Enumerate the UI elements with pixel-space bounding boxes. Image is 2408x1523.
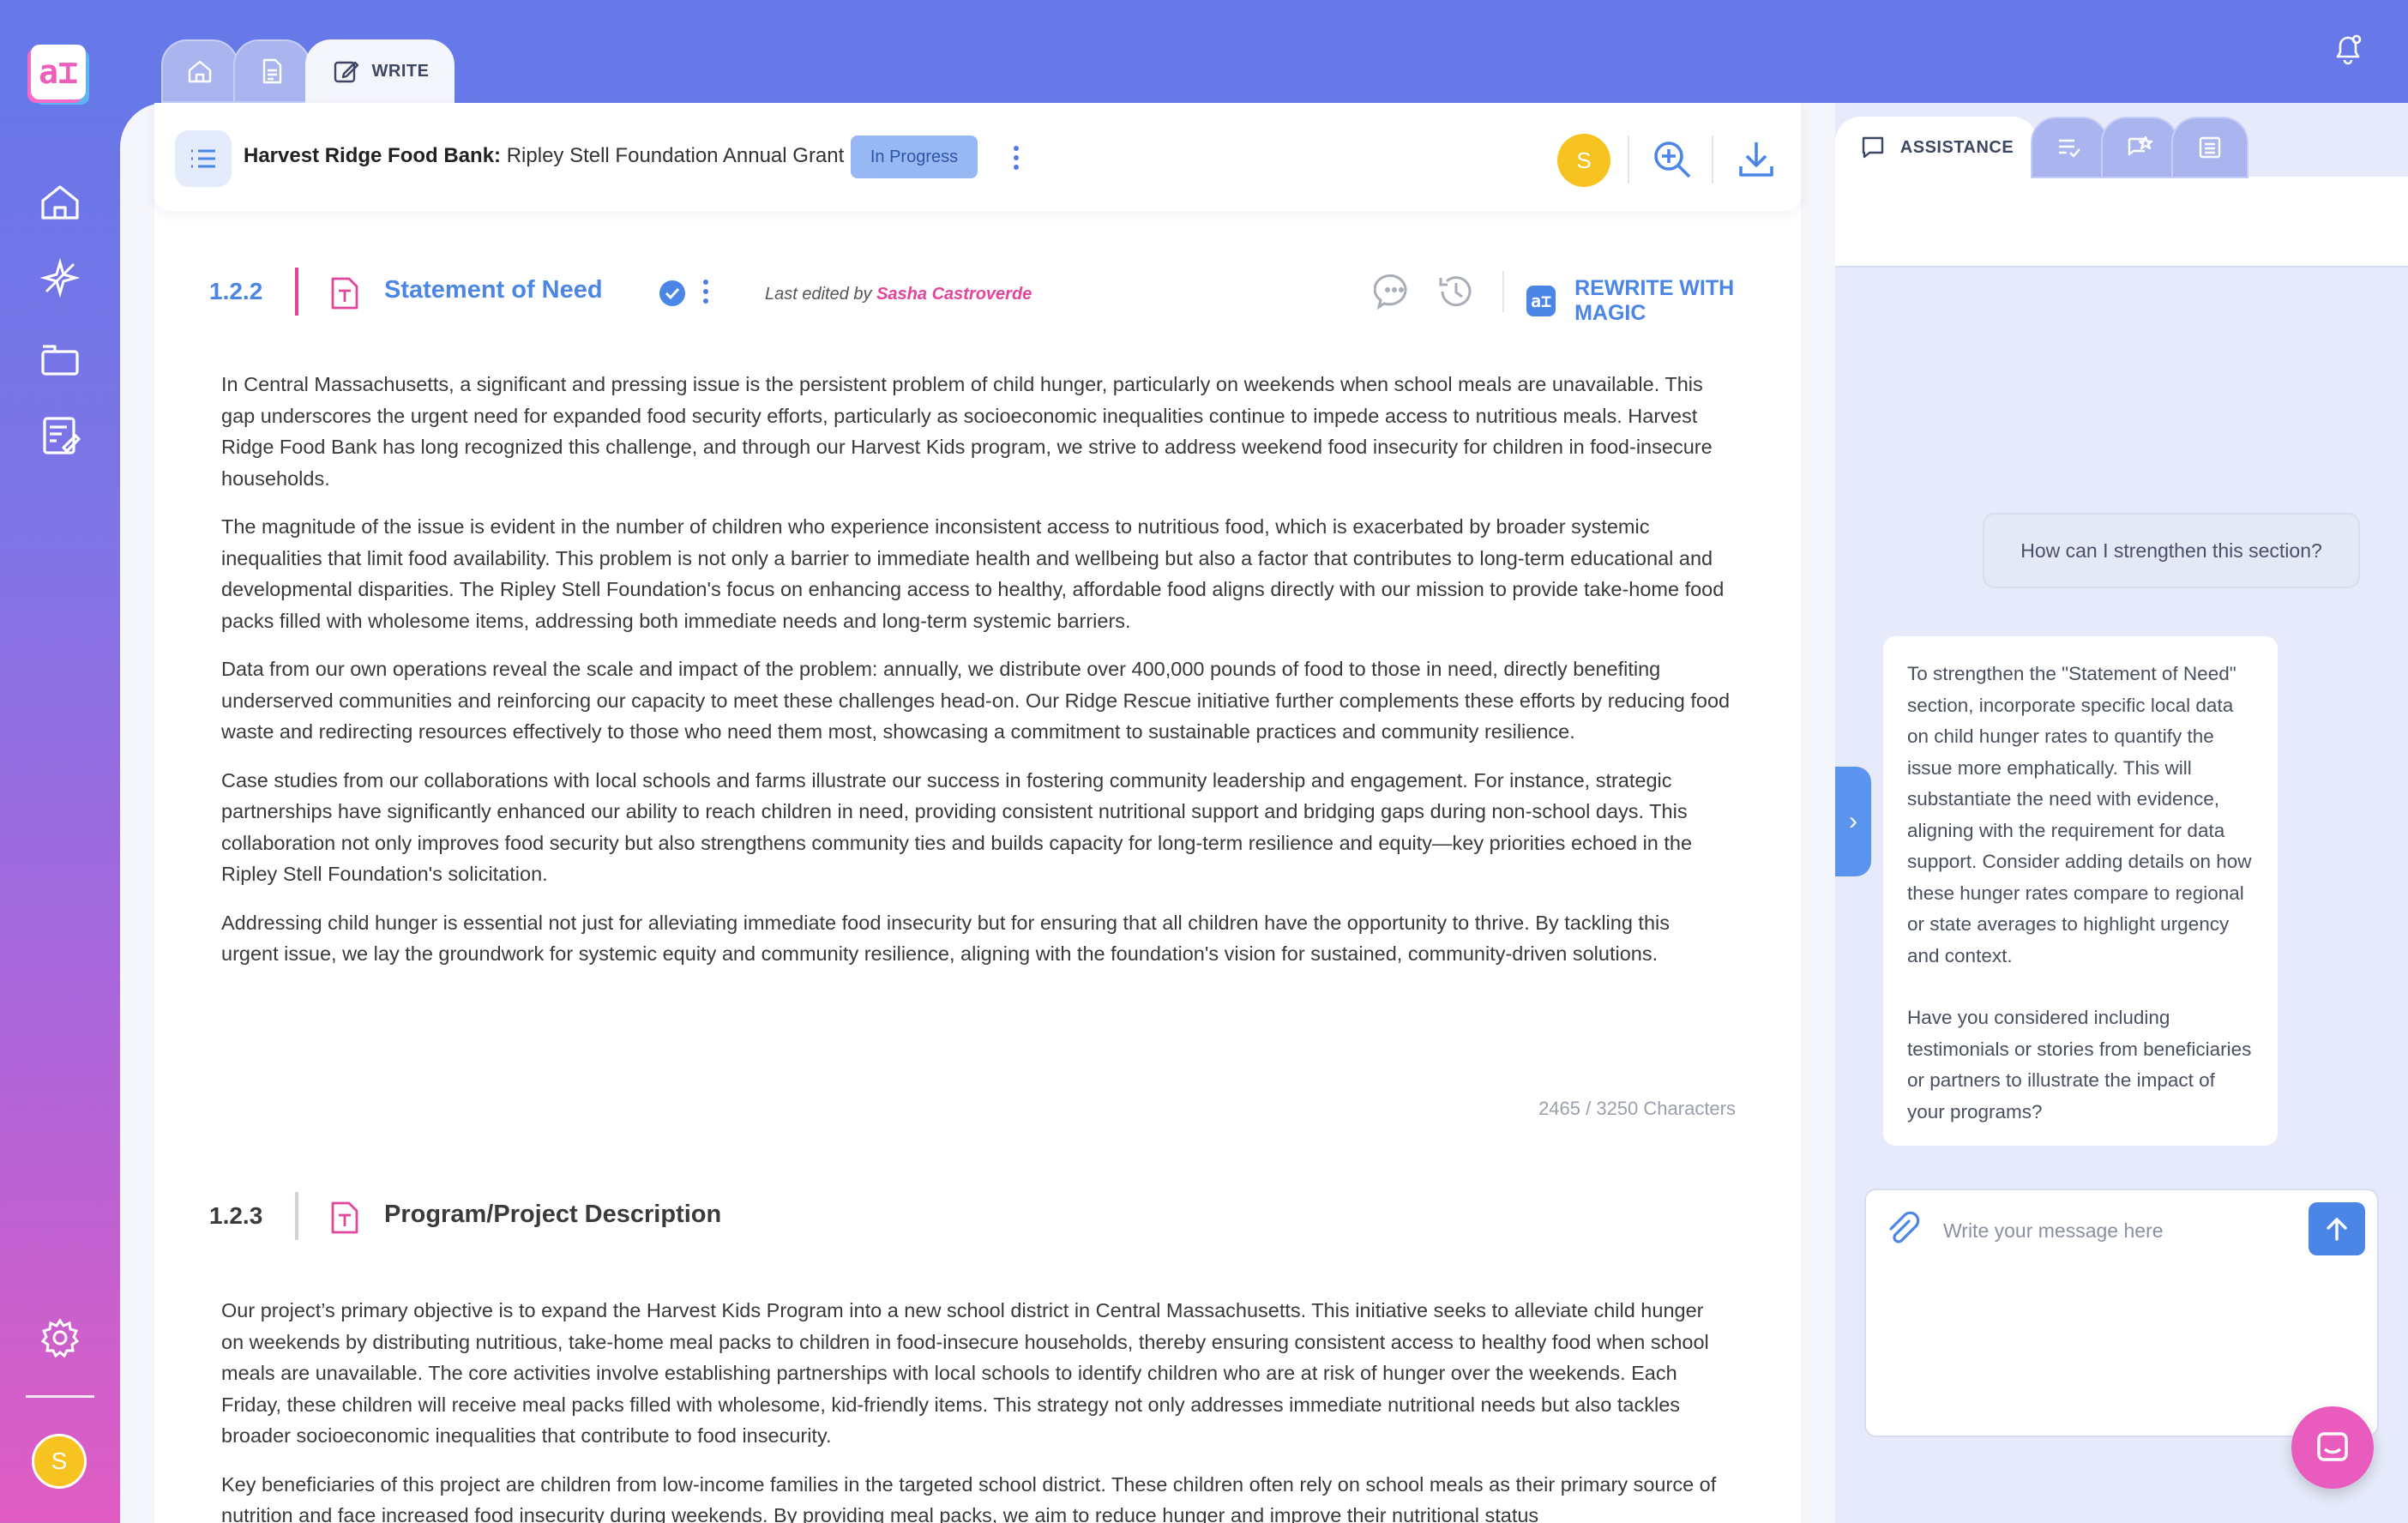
tab-assistance-label: ASSISTANCE xyxy=(1899,137,2014,157)
tab-assistance[interactable]: ASSISTANCE xyxy=(1835,117,2038,178)
sparkle-icon[interactable] xyxy=(38,256,82,300)
section-body[interactable]: In Central Massachusetts, a significant … xyxy=(221,369,1731,987)
list-box-icon xyxy=(2199,136,2221,159)
section-divider xyxy=(1502,271,1504,312)
tab-outline[interactable] xyxy=(2171,117,2248,178)
home-icon xyxy=(188,60,212,83)
paragraph: Case studies from our collaborations wit… xyxy=(221,768,1693,886)
paragraph: Data from our own operations reveal the … xyxy=(221,658,1731,743)
paragraph: Key beneficiaries of this project are ch… xyxy=(221,1472,1717,1523)
document-editor: Harvest Ridge Food Bank: Ripley Stell Fo… xyxy=(154,103,1801,1523)
document-icon xyxy=(262,58,282,84)
zoom-in-icon[interactable] xyxy=(1650,137,1695,182)
rewrite-with-magic-button[interactable]: a⌶ REWRITE WITH MAGIC xyxy=(1526,276,1787,326)
collaborator-avatar-initial: S xyxy=(1576,147,1592,173)
last-edited-user: Sasha Castroverde xyxy=(876,285,1032,304)
paragraph: The magnitude of the issue is evident in… xyxy=(221,515,1725,632)
document-header: Harvest Ridge Food Bank: Ripley Stell Fo… xyxy=(154,103,1801,211)
folder-icon[interactable] xyxy=(38,336,82,381)
status-badge[interactable]: In Progress xyxy=(851,135,978,178)
last-edited: Last edited by Sasha Castroverde xyxy=(765,285,1032,304)
grant-name: Ripley Stell Foundation Annual Grant xyxy=(506,144,845,167)
chat-icon xyxy=(1862,136,1883,159)
verified-check-icon xyxy=(659,280,686,307)
user-message: How can I strengthen this section? xyxy=(1983,513,2360,588)
assistance-header-area xyxy=(1835,177,2408,268)
section-header: 1.2.3 Program/Project Description xyxy=(209,1192,1787,1243)
assistant-paragraph: Have you considered including testimonia… xyxy=(1907,1007,2252,1123)
org-name: Harvest Ridge Food Bank: xyxy=(244,144,502,167)
send-button[interactable] xyxy=(2309,1202,2365,1255)
edit-icon xyxy=(334,61,358,83)
tab-document[interactable] xyxy=(233,39,310,103)
attach-icon[interactable] xyxy=(1883,1209,1924,1250)
text-file-icon xyxy=(329,1201,360,1235)
section-number: 1.2.2 xyxy=(209,278,263,304)
app-logo[interactable]: a⌶ xyxy=(31,45,86,99)
assistance-panel: ASSISTANCE › How can I strengthen this s… xyxy=(1835,103,2408,1523)
tab-write[interactable]: WRITE xyxy=(305,39,455,103)
arrow-up-icon xyxy=(2327,1217,2347,1241)
tab-home[interactable] xyxy=(161,39,238,103)
star-chat-icon xyxy=(2128,135,2153,156)
outline-button[interactable] xyxy=(175,130,232,187)
download-icon[interactable] xyxy=(1734,137,1779,182)
section-bar xyxy=(295,268,298,316)
header-divider xyxy=(1628,135,1629,184)
character-count: 2465 / 3250 Characters xyxy=(1538,1098,1736,1119)
rewrite-label: REWRITE WITH MAGIC xyxy=(1574,276,1735,325)
collapse-panel-button[interactable]: › xyxy=(1835,767,1871,876)
header-divider xyxy=(1712,135,1713,184)
section-header: 1.2.2 Statement of Need Last edited by S… xyxy=(209,268,1787,325)
last-edited-prefix: Last edited by xyxy=(765,285,872,304)
document-tabs: WRITE xyxy=(161,39,455,103)
list-icon xyxy=(191,149,215,168)
support-chat-button[interactable] xyxy=(2291,1406,2374,1489)
message-input[interactable] xyxy=(1943,1211,2286,1250)
section-bar xyxy=(295,1192,298,1240)
comment-icon[interactable] xyxy=(1373,271,1415,312)
assistant-paragraph: To strengthen the "Statement of Need" se… xyxy=(1907,663,2252,966)
tab-write-label: WRITE xyxy=(371,61,430,81)
document-menu-icon[interactable] xyxy=(1012,146,1020,175)
checklist-icon xyxy=(2059,139,2080,158)
paragraph: In Central Massachusetts, a significant … xyxy=(221,373,1713,490)
sidebar: a⌶ S xyxy=(0,0,120,1523)
paragraph: Addressing child hunger is essential not… xyxy=(221,911,1670,966)
support-chat-icon xyxy=(2317,1432,2348,1461)
tab-feedback[interactable] xyxy=(2101,117,2178,178)
assistance-tabs: ASSISTANCE xyxy=(1835,117,2248,178)
gear-icon[interactable] xyxy=(38,1315,82,1360)
text-file-icon xyxy=(329,276,360,310)
history-icon[interactable] xyxy=(1436,271,1477,312)
chevron-right-icon: › xyxy=(1849,807,1857,835)
logo-text: a⌶ xyxy=(39,53,78,91)
paragraph: Our project’s primary objective is to ex… xyxy=(221,1299,1709,1447)
magic-logo-icon: a⌶ xyxy=(1526,286,1556,316)
section-body[interactable]: Our project’s primary objective is to ex… xyxy=(221,1295,1731,1523)
section-title[interactable]: Statement of Need xyxy=(384,276,603,304)
section-number: 1.2.3 xyxy=(209,1202,263,1229)
sidebar-divider xyxy=(26,1395,94,1398)
document-title: Harvest Ridge Food Bank: Ripley Stell Fo… xyxy=(244,144,844,168)
notification-bell-icon[interactable] xyxy=(2329,29,2367,67)
tab-checklist[interactable] xyxy=(2031,117,2108,178)
home-icon[interactable] xyxy=(38,180,82,225)
user-avatar-initial: S xyxy=(51,1448,68,1474)
assistant-message: To strengthen the "Statement of Need" se… xyxy=(1883,636,2278,1146)
section-menu-icon[interactable] xyxy=(701,280,710,309)
section-title[interactable]: Program/Project Description xyxy=(384,1201,721,1229)
collaborator-avatar[interactable]: S xyxy=(1557,134,1610,187)
message-composer xyxy=(1864,1189,2379,1437)
user-avatar[interactable]: S xyxy=(32,1434,87,1489)
document-edit-icon[interactable] xyxy=(38,413,82,458)
